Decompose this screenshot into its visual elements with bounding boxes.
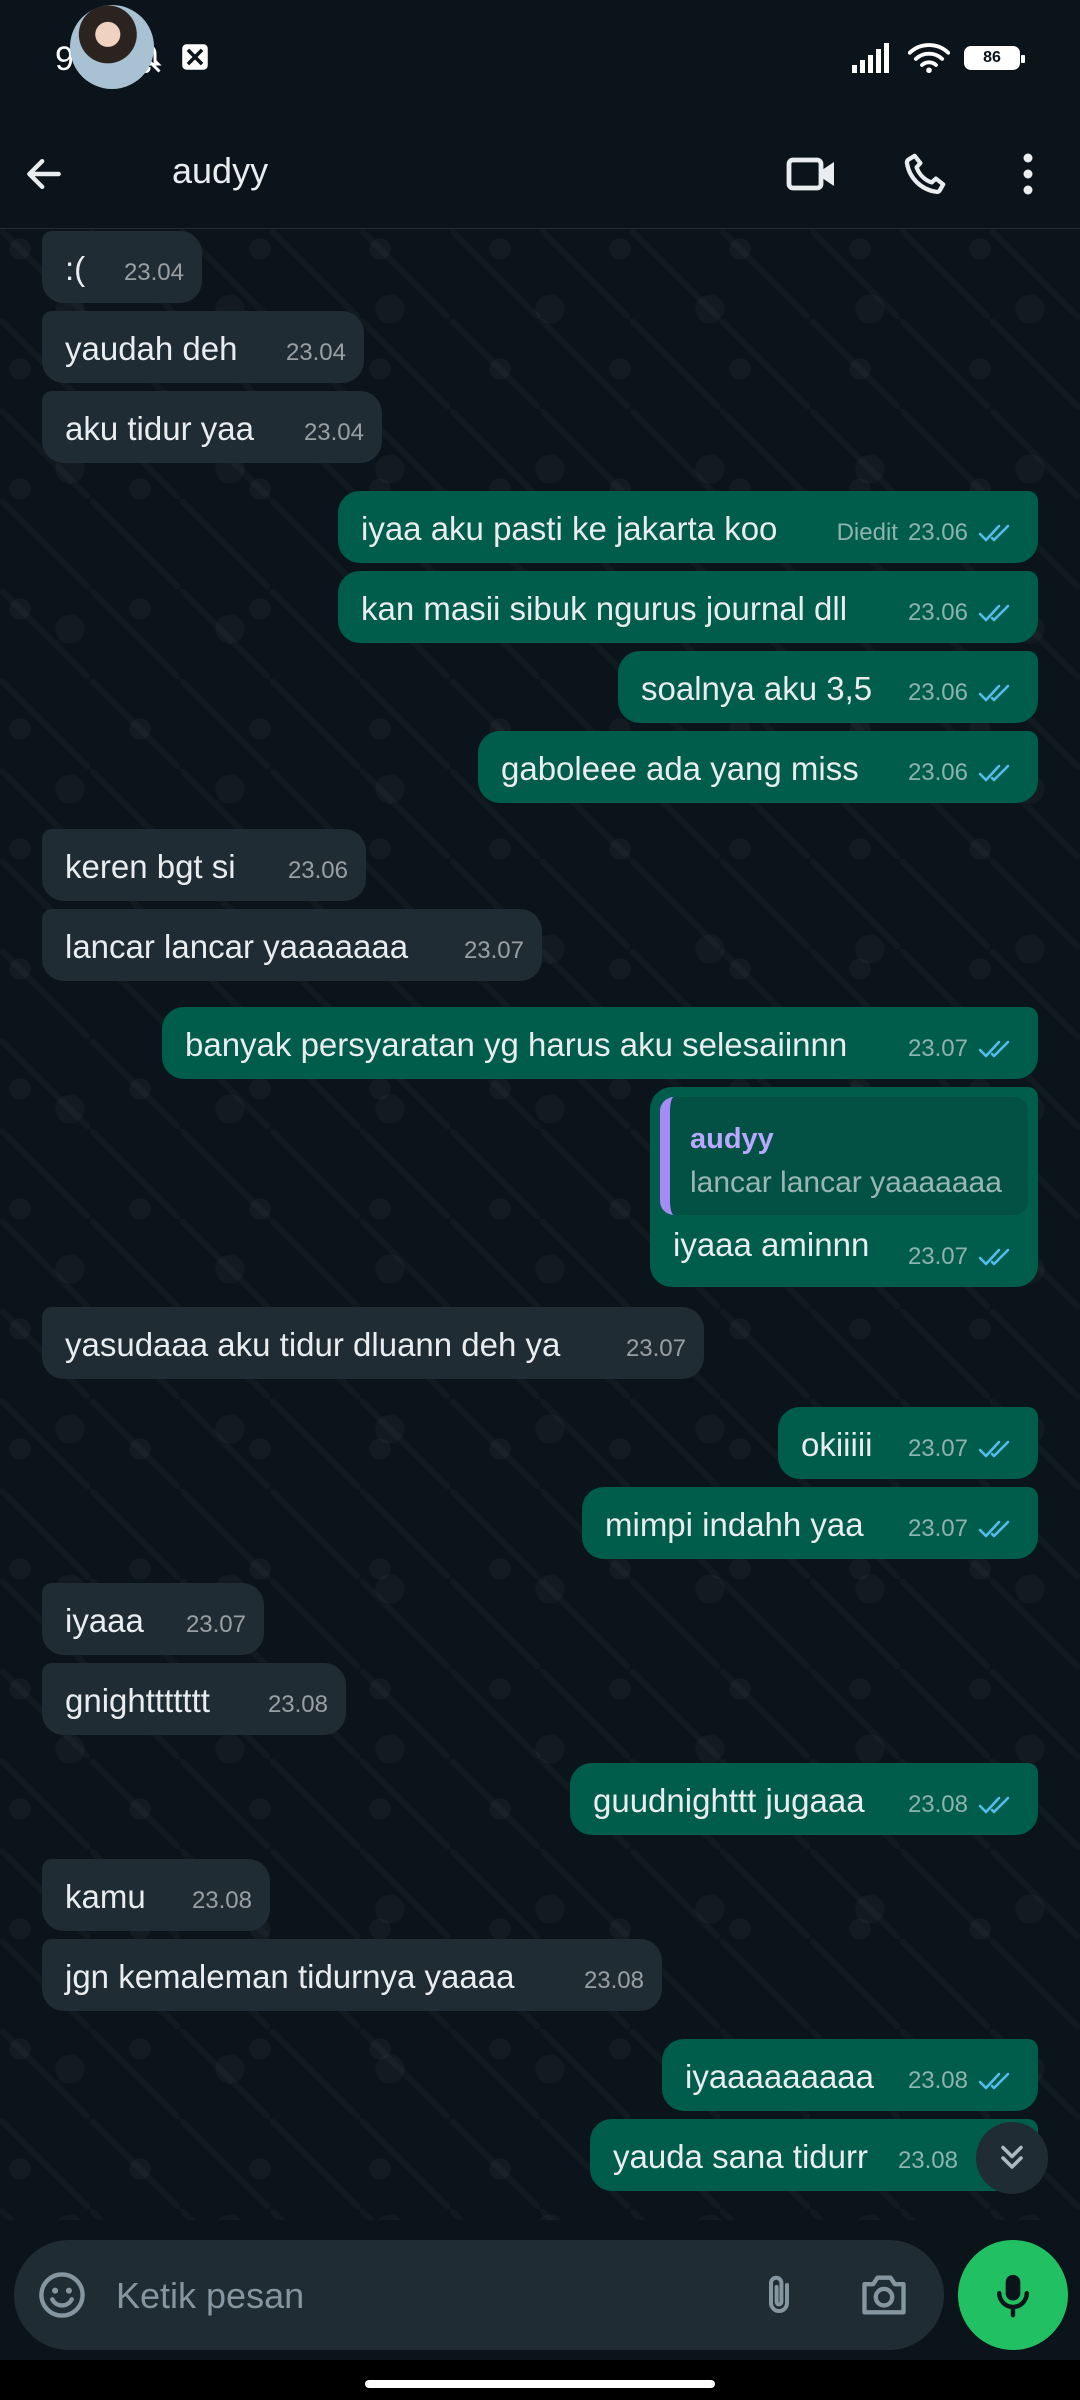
message-meta: 23.06 — [908, 753, 1018, 793]
message-incoming[interactable]: iyaaa 23.07 — [42, 1583, 264, 1655]
app-notification-icon — [182, 44, 208, 70]
quoted-message[interactable]: audyy lancar lancar yaaaaaaa — [660, 1097, 1028, 1215]
message-incoming[interactable]: kamu 23.08 — [42, 1859, 270, 1931]
message-time: 23.07 — [185, 1611, 246, 1638]
read-ticks-icon — [978, 1796, 1010, 1814]
message-meta: 23.07 — [908, 1509, 1018, 1549]
read-ticks-icon — [978, 524, 1010, 542]
message-time: 23.06 — [287, 857, 348, 884]
quote-text: lancar lancar yaaaaaaa — [690, 1166, 1002, 1199]
chat-header: audyy — [0, 5, 1080, 229]
message-incoming[interactable]: lancar lancar yaaaaaaa 23.07 — [42, 909, 542, 981]
message-outgoing-reply[interactable]: audyy lancar lancar yaaaaaaa iyaaa aminn… — [650, 1087, 1038, 1287]
message-time: 23.04 — [303, 419, 364, 446]
message-incoming[interactable]: :( 23.04 — [42, 231, 202, 303]
message-composer — [14, 2240, 944, 2350]
voice-call-button[interactable] — [895, 144, 955, 204]
system-navigation-bar — [0, 2360, 1080, 2400]
camera-icon — [862, 2275, 906, 2315]
back-button[interactable] — [16, 146, 72, 202]
more-vertical-icon — [1023, 153, 1033, 195]
message-time: 23.08 — [267, 1691, 328, 1718]
message-time: 23.08 — [191, 1887, 252, 1914]
camera-button[interactable] — [854, 2265, 914, 2325]
arrow-left-icon — [27, 158, 61, 190]
message-meta: 23.06 — [908, 593, 1018, 633]
edited-label: Diedit — [836, 519, 898, 546]
read-ticks-icon — [978, 2072, 1010, 2090]
message-outgoing[interactable]: kan masii sibuk ngurus journal dll 23.06 — [338, 571, 1038, 643]
read-ticks-icon — [978, 1520, 1010, 1538]
read-ticks-icon — [978, 764, 1010, 782]
message-time: 23.04 — [285, 339, 346, 366]
message-meta: 23.08 — [908, 2061, 1018, 2101]
read-ticks-icon — [978, 1440, 1010, 1458]
message-incoming[interactable]: yaudah deh 23.04 — [42, 311, 364, 383]
message-meta: 23.07 — [908, 1029, 1018, 1069]
more-options-button[interactable] — [1000, 144, 1056, 204]
message-input[interactable] — [114, 2266, 738, 2326]
scroll-to-bottom-button[interactable] — [976, 2122, 1048, 2194]
attach-button[interactable] — [749, 2265, 809, 2325]
chat-area[interactable]: :( 23.04 yaudah deh 23.04 aku tidur yaa … — [0, 229, 1080, 2220]
read-ticks-icon — [978, 1040, 1010, 1058]
message-incoming[interactable]: aku tidur yaa 23.04 — [42, 391, 382, 463]
home-indicator[interactable] — [365, 2380, 715, 2388]
message-outgoing[interactable]: mimpi indahh yaa 23.07 — [582, 1487, 1038, 1559]
message-outgoing[interactable]: soalnya aku 3,5 23.06 — [618, 651, 1038, 723]
emoji-button[interactable] — [34, 2267, 90, 2323]
message-meta: 23.08 — [897, 2147, 958, 2174]
message-incoming[interactable]: keren bgt si 23.06 — [42, 829, 366, 901]
phone-icon — [904, 153, 946, 194]
read-ticks-icon — [978, 684, 1010, 702]
message-meta: 23.07 — [908, 1237, 1018, 1277]
video-call-button[interactable] — [782, 144, 842, 204]
message-time: 23.07 — [625, 1335, 686, 1362]
message-meta: 23.08 — [908, 1785, 1018, 1825]
message-meta: 23.07 — [908, 1429, 1018, 1469]
voice-message-button[interactable] — [958, 2240, 1068, 2350]
message-time: 23.07 — [463, 937, 524, 964]
read-ticks-icon — [978, 1248, 1010, 1266]
double-chevron-down-icon — [1001, 2145, 1023, 2169]
message-outgoing[interactable]: guudnighttt jugaaa 23.08 — [570, 1763, 1038, 1835]
contact-name[interactable]: audyy — [172, 150, 268, 192]
contact-avatar[interactable] — [70, 5, 154, 89]
paperclip-icon — [769, 2275, 789, 2313]
read-ticks-icon — [978, 604, 1010, 622]
emoji-icon — [39, 2272, 85, 2318]
battery-indicator: 86 — [964, 46, 1025, 70]
message-outgoing[interactable]: banyak persyaratan yg harus aku selesaii… — [162, 1007, 1038, 1079]
message-incoming[interactable]: yasudaaa aku tidur dluann deh ya 23.07 — [42, 1307, 704, 1379]
message-outgoing[interactable]: yauda sana tidurr 23.08 — [590, 2119, 1038, 2191]
video-camera-icon — [786, 157, 834, 191]
message-meta: Diedit 23.06 — [837, 513, 1018, 553]
message-incoming[interactable]: jgn kemaleman tidurnya yaaaa 23.08 — [42, 1939, 662, 2011]
message-time: 23.04 — [123, 259, 184, 286]
message-outgoing[interactable]: okiiiii 23.07 — [778, 1407, 1038, 1479]
message-meta: 23.06 — [908, 673, 1018, 713]
signal-icon — [852, 43, 889, 73]
wifi-icon — [908, 43, 950, 74]
status-bar: 9:02 86 — [0, 0, 1080, 118]
message-time: 23.08 — [583, 1967, 644, 1994]
microphone-icon — [997, 2274, 1029, 2318]
quote-author: audyy — [690, 1123, 774, 1155]
message-outgoing[interactable]: iyaa aku pasti ke jakarta koo Diedit 23.… — [338, 491, 1038, 563]
message-incoming[interactable]: gnighttttttt 23.08 — [42, 1663, 346, 1735]
message-outgoing[interactable]: iyaaaaaaaaa 23.08 — [662, 2039, 1038, 2111]
message-outgoing[interactable]: gaboleee ada yang miss 23.06 — [478, 731, 1038, 803]
